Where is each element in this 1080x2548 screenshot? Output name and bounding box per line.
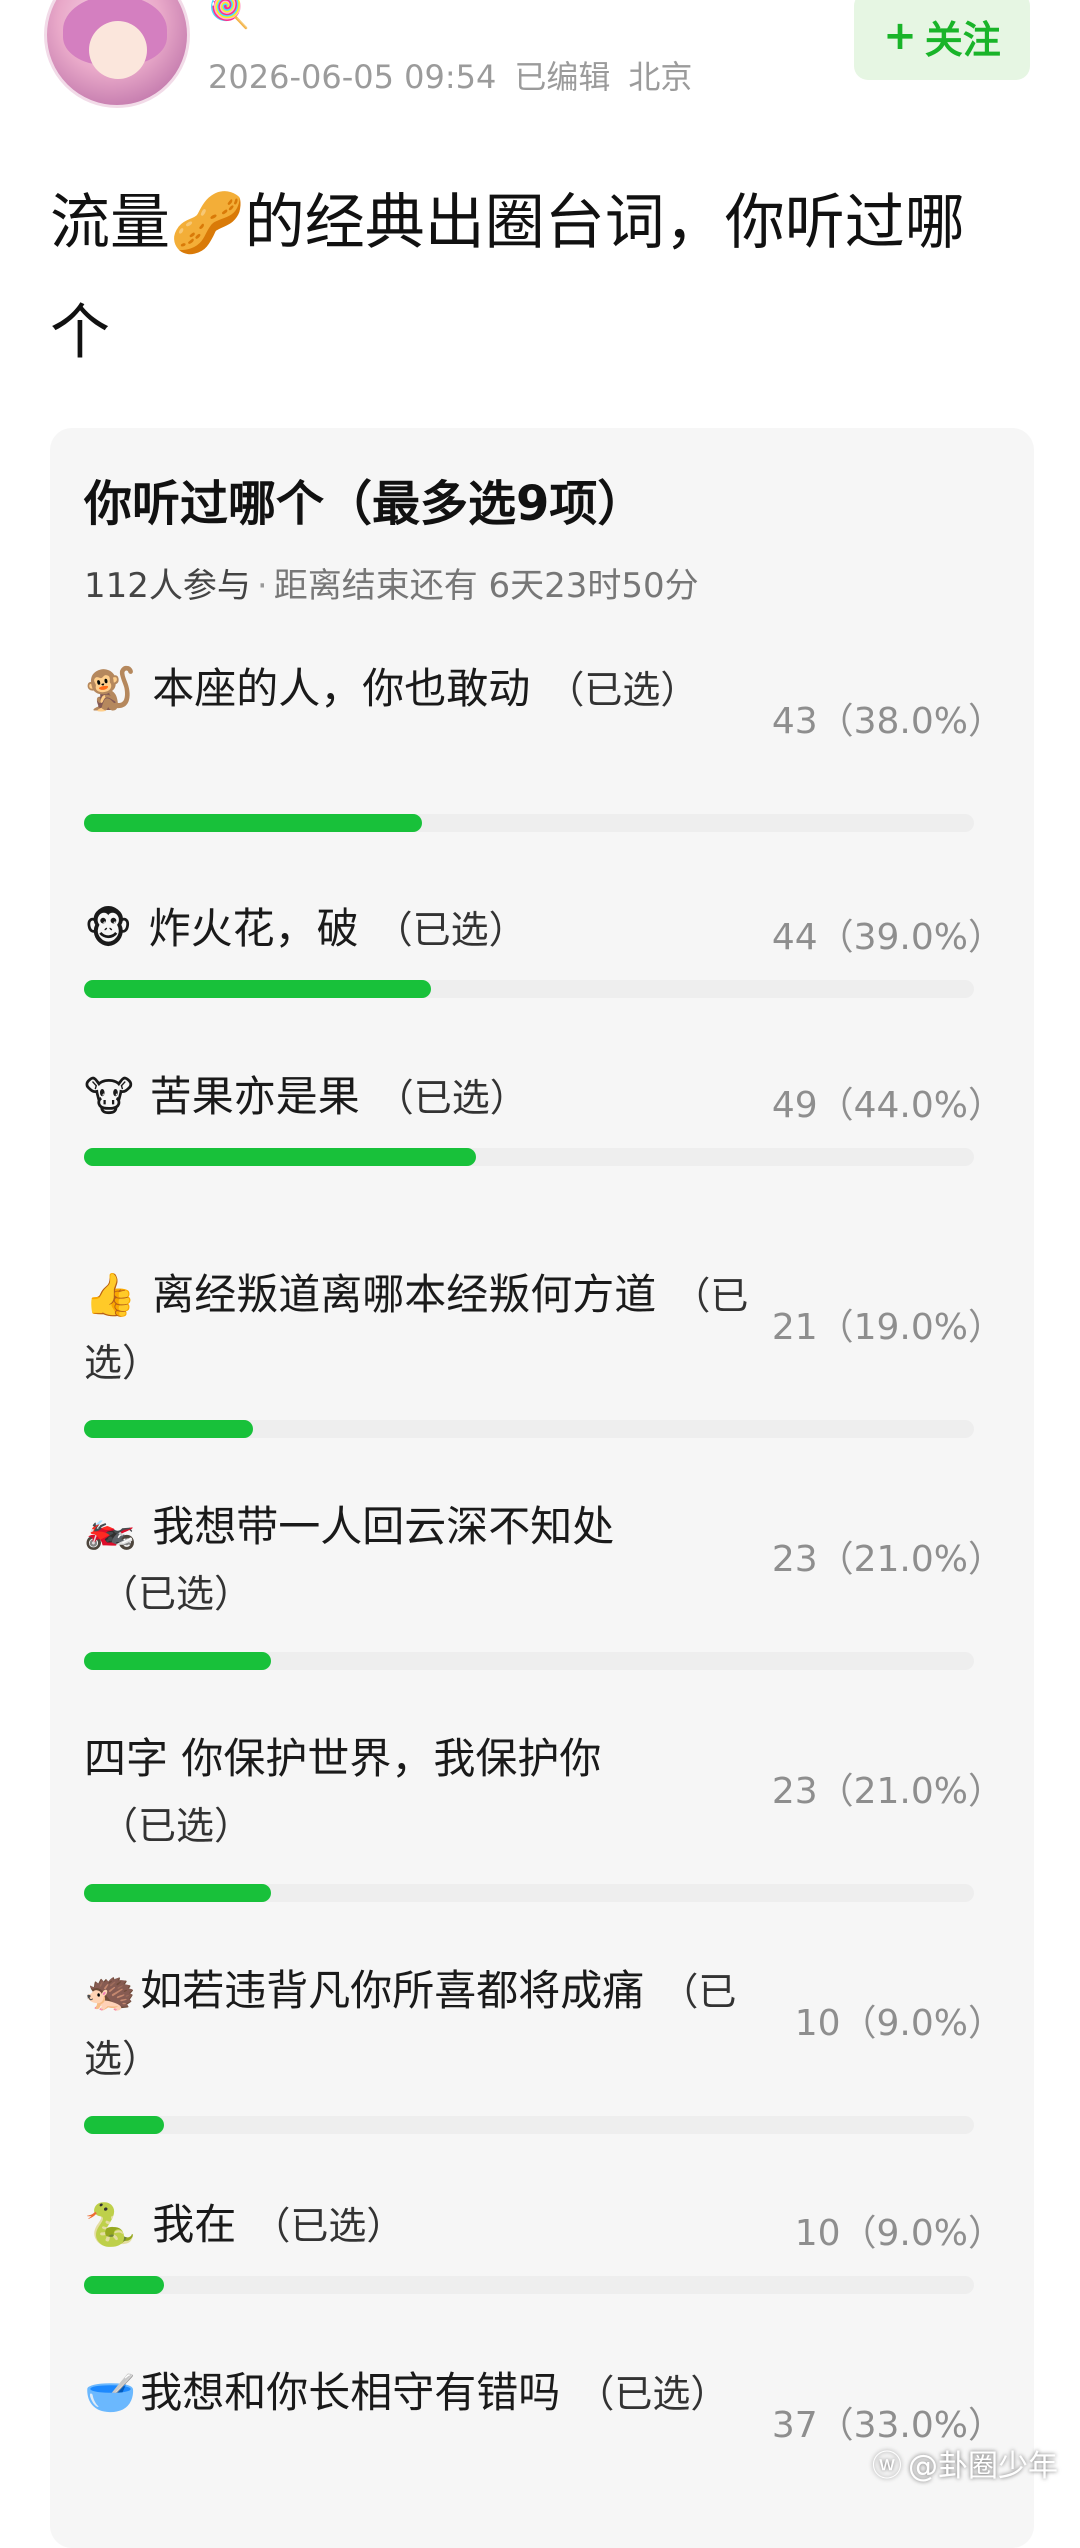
poll-option-label: 本座的人，你也敢动: [152, 664, 531, 713]
hedgehog-icon: 🦔: [84, 1966, 137, 2015]
watermark-text: @卦圈少年: [908, 2449, 1058, 2484]
poll-option-text: 四字 你保护世界，我保护你 （已选）: [84, 1726, 764, 1859]
poll-option-text: 🐮 苦果亦是果 （已选）: [84, 1064, 764, 1131]
poll-bar-track: [84, 1420, 974, 1438]
post-date: 2026-06-05 09:54: [208, 58, 497, 96]
candy-icon: 🍭: [208, 0, 251, 31]
poll-option[interactable]: 🐍 我在 （已选） 10（9.0%）: [84, 2192, 1004, 2294]
poll-option-label: 我在: [152, 2200, 237, 2249]
selected-mark: （已选）: [374, 908, 527, 952]
weibo-icon: ⓦ: [872, 2449, 902, 2484]
plus-icon: +: [883, 13, 917, 59]
poll-bar-fill: [84, 2116, 165, 2134]
motorcycle-icon: 🏍️: [84, 1502, 137, 1551]
poll-option-text: 🐒 本座的人，你也敢动 （已选）: [84, 656, 764, 723]
poll-bar-track: [84, 2116, 974, 2134]
poll-option-label: 我想带一人回云深不知处: [152, 1502, 615, 1551]
monkey-icon: 🐒: [84, 664, 137, 713]
selected-mark: （已选）: [375, 1076, 528, 1120]
poll-option-stat: 43（38.0%）: [771, 701, 1004, 742]
post-title: 流量🥜的经典出圈台词，你听过哪个: [50, 168, 1010, 388]
poll-bar-fill: [84, 1148, 476, 1166]
poll-option-text: 🥣我想和你长相守有错吗 （已选）: [84, 2360, 764, 2427]
poll-bar-track: [84, 980, 974, 998]
poll-option-label: 如若违背凡你所喜都将成痛: [140, 1966, 645, 2015]
monkey-face-icon: 🐵: [84, 904, 133, 953]
thumbs-up-icon: 👍: [84, 1270, 137, 1319]
post-title-part1: 流量: [50, 188, 170, 258]
poll-option-stat: 10（9.0%）: [794, 2213, 1004, 2254]
poll-participants: 112人参与: [84, 566, 251, 606]
selected-mark: （已选）: [576, 2372, 729, 2416]
poll-option[interactable]: 🥣我想和你长相守有错吗 （已选） 37（33.0%）: [84, 2360, 1004, 2510]
poll-bar-track: [84, 814, 974, 832]
follow-button[interactable]: + 关注: [854, 0, 1030, 80]
poll-bar-fill: [84, 980, 432, 998]
bowl-icon: 🥣: [84, 2368, 137, 2417]
poll-meta: 112人参与 · 距离结束还有 6天23时50分: [84, 558, 699, 607]
edited-label: 已编辑: [514, 58, 611, 96]
poll-bar-track: [84, 1652, 974, 1670]
poll-option-text: 🐍 我在 （已选）: [84, 2192, 764, 2259]
poll-bar-fill: [84, 1420, 254, 1438]
poll-option-text: 🐵 炸火花，破 （已选）: [84, 896, 764, 963]
poll-bar-fill: [84, 2276, 165, 2294]
poll-title: 你听过哪个（最多选9项）: [84, 476, 646, 532]
poll-option-text: 🏍️ 我想带一人回云深不知处 （已选）: [84, 1494, 764, 1627]
poll-option-text: 👍 离经叛道离哪本经叛何方道 （已选）: [84, 1262, 784, 1396]
poll-bar-fill: [84, 1884, 271, 1902]
poll-option[interactable]: 🏍️ 我想带一人回云深不知处 （已选） 23（21.0%）: [84, 1494, 1004, 1674]
peanut-icon: 🥜: [170, 188, 245, 258]
poll-option-label: 我想和你长相守有错吗: [140, 2368, 561, 2417]
poll-option[interactable]: 👍 离经叛道离哪本经叛何方道 （已选） 21（19.0%）: [84, 1262, 1004, 1442]
poll-bar-track: [84, 2276, 974, 2294]
selected-mark: （已选）: [100, 1804, 253, 1848]
poll-option-label: 炸火花，破: [148, 904, 359, 953]
post-location: 北京: [628, 58, 693, 96]
poll-bar-fill: [84, 814, 423, 832]
poll-option[interactable]: 🐮 苦果亦是果 （已选） 49（44.0%）: [84, 1064, 1004, 1166]
poll-bar-track: [84, 1148, 974, 1166]
poll-option-label: 苦果亦是果: [149, 1072, 360, 1121]
selected-mark: （已选）: [252, 2204, 405, 2248]
poll-option-stat: 23（21.0%）: [771, 1771, 1004, 1812]
post-meta: 2026-06-05 09:54 已编辑 北京: [208, 52, 710, 98]
avatar-face: [89, 21, 147, 79]
poll-option-stat: 23（21.0%）: [771, 1539, 1004, 1580]
poll-option[interactable]: 🦔如若违背凡你所喜都将成痛 （已选） 10（9.0%）: [84, 1958, 1004, 2138]
poll-bar-track: [84, 1884, 974, 1902]
poll-option-label: 离经叛道离哪本经叛何方道: [152, 1270, 657, 1319]
poll-remaining-time: 距离结束还有 6天23时50分: [273, 566, 699, 606]
poll-option-stat: 49（44.0%）: [771, 1085, 1004, 1126]
poll-bar-fill: [84, 1652, 271, 1670]
poll-card: 你听过哪个（最多选9项） 112人参与 · 距离结束还有 6天23时50分 🐒 本座的…: [50, 428, 1034, 2548]
weibo-watermark: ⓦ @卦圈少年: [872, 2441, 1058, 2485]
poll-separator: ·: [256, 566, 268, 606]
poll-option[interactable]: 四字 你保护世界，我保护你 （已选） 23（21.0%）: [84, 1726, 1004, 1906]
cow-icon: 🐮: [84, 1072, 134, 1121]
follow-label: 关注: [924, 17, 1001, 62]
selected-mark: （已选）: [100, 1572, 253, 1616]
snake-icon: 🐍: [84, 2200, 137, 2249]
selected-mark: （已选）: [546, 668, 699, 712]
poll-option-label: 四字 你保护世界，我保护你: [84, 1734, 602, 1783]
poll-option[interactable]: 🐵 炸火花，破 （已选） 44（39.0%）: [84, 896, 1004, 998]
poll-option[interactable]: 🐒 本座的人，你也敢动 （已选） 43（38.0%）: [84, 656, 1004, 832]
poll-option-stat: 10（9.0%）: [794, 2003, 1004, 2044]
user-avatar[interactable]: [44, 0, 190, 108]
poll-option-text: 🦔如若违背凡你所喜都将成痛 （已选）: [84, 1958, 764, 2092]
poll-option-stat: 44（39.0%）: [771, 917, 1004, 958]
poll-option-stat: 21（19.0%）: [771, 1307, 1004, 1348]
